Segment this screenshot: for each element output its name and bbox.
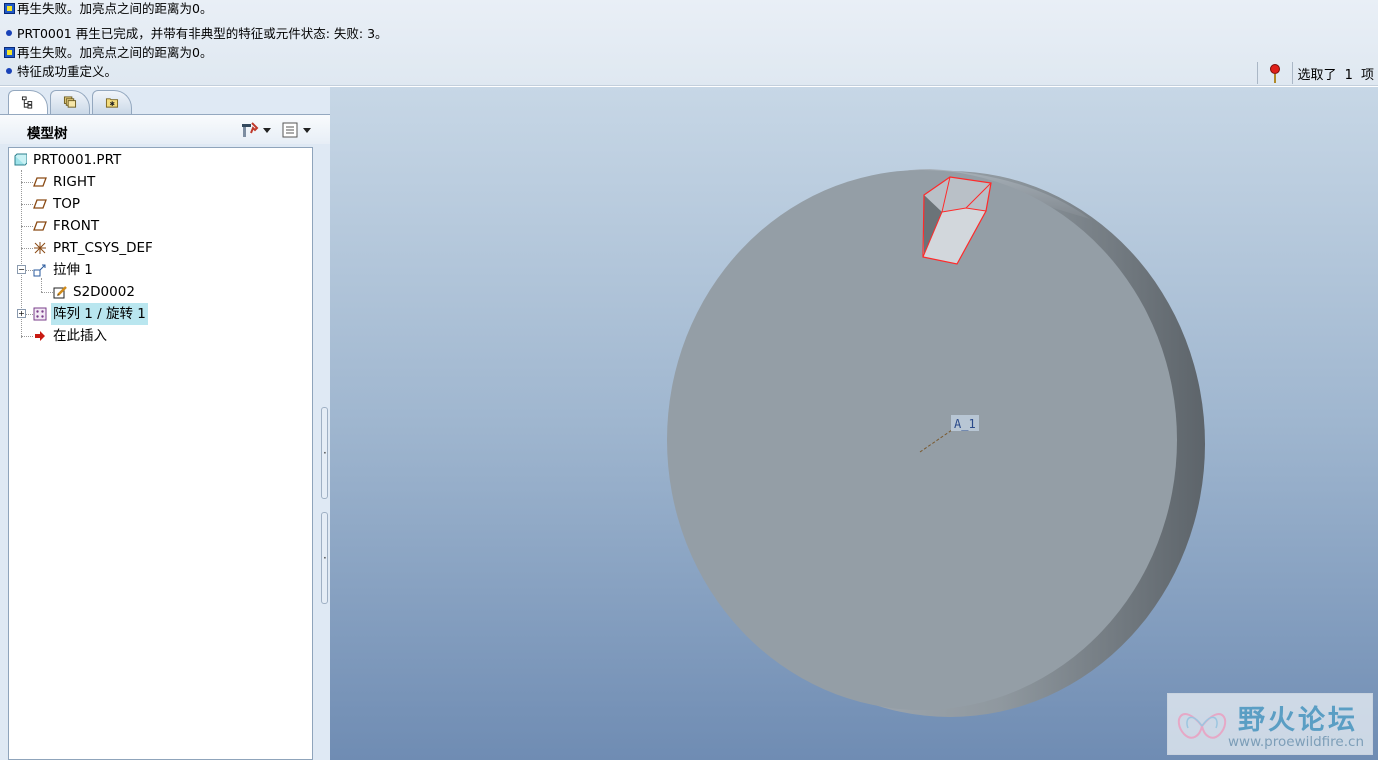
message-text: 特征成功重定义。 xyxy=(17,64,118,79)
model-tree-tab[interactable] xyxy=(8,90,48,114)
graphics-window[interactable]: A_1 xyxy=(330,87,1378,760)
regen-status-light-icon[interactable] xyxy=(1262,61,1288,85)
tree-show-button[interactable] xyxy=(281,120,311,140)
navigator-tabs: ✱ xyxy=(6,90,326,114)
collapse-toggle[interactable]: − xyxy=(17,265,26,274)
tree-item-label: PRT_CSYS_DEF xyxy=(53,240,153,256)
tree-item-sketch[interactable]: S2D0002 xyxy=(53,281,137,303)
panel-splitter[interactable] xyxy=(320,407,329,707)
message-text: 再生失败。加亮点之间的距离为0。 xyxy=(17,45,213,60)
tree-show-icon xyxy=(282,122,298,138)
selection-count[interactable]: 选取了 1 项 xyxy=(1297,64,1378,83)
tree-connector xyxy=(21,204,33,205)
watermark-title: 野火论坛 xyxy=(1238,705,1358,736)
splitter-grip[interactable] xyxy=(321,407,328,499)
pattern-icon xyxy=(33,307,47,321)
tree-connector xyxy=(21,226,33,227)
tree-settings-button[interactable] xyxy=(241,120,271,140)
message-line: 再生失败。加亮点之间的距离为0。 xyxy=(4,44,212,62)
tree-root-item[interactable]: PRT0001.PRT xyxy=(13,149,123,171)
panel-header: 模型树 xyxy=(0,114,330,144)
tree-item-label: TOP xyxy=(53,196,81,212)
tree-item-label: PRT0001.PRT xyxy=(33,152,122,168)
message-line: 特征成功重定义。 xyxy=(4,63,117,81)
tree-item-insert-here[interactable]: 在此插入 xyxy=(33,325,109,347)
tree-item-pattern[interactable]: 阵列 1 / 旋转 1 xyxy=(33,303,148,325)
layers-tab[interactable] xyxy=(50,90,90,114)
tree-connector xyxy=(26,314,33,315)
tree-item-label: S2D0002 xyxy=(73,284,135,300)
tree-item-label: FRONT xyxy=(53,218,100,234)
sketch-icon xyxy=(53,286,67,299)
message-line: PRT0001 再生已完成，并带有非典型的特征或元件状态: 失败: 3。 xyxy=(4,25,388,43)
tree-item-label: 在此插入 xyxy=(53,328,107,344)
warning-icon xyxy=(4,47,15,58)
watermark-url: www.proewildfire.cn xyxy=(1228,734,1365,750)
navigator-panel: ✱ 模型树 PRT0001.PRT RIGHT TOP FRONT PRT_CS… xyxy=(0,87,330,760)
message-area: 再生失败。加亮点之间的距离为0。 PRT0001 再生已完成，并带有非典型的特征… xyxy=(0,0,1378,86)
layers-icon xyxy=(63,96,77,108)
tree-connector xyxy=(21,336,33,337)
tree-connector xyxy=(21,182,33,183)
tree-item-right[interactable]: RIGHT xyxy=(33,171,97,193)
forum-watermark: 野火论坛 www.proewildfire.cn xyxy=(1167,693,1373,755)
butterfly-logo-icon xyxy=(1177,713,1227,739)
model-view[interactable]: A_1 xyxy=(330,87,1378,760)
tree-item-extrude[interactable]: 拉伸 1 xyxy=(33,259,95,281)
info-dot-icon xyxy=(6,30,12,36)
csys-icon xyxy=(34,242,46,254)
cylinder-front-face[interactable] xyxy=(667,170,1177,710)
tree-connector xyxy=(41,292,53,293)
favorites-tab[interactable]: ✱ xyxy=(92,90,132,114)
tree-item-top[interactable]: TOP xyxy=(33,193,82,215)
panel-title: 模型树 xyxy=(27,126,68,142)
message-text: 再生失败。加亮点之间的距离为0。 xyxy=(17,1,213,16)
extrude-icon xyxy=(33,264,46,277)
tree-item-label: RIGHT xyxy=(53,174,96,190)
divider xyxy=(1292,62,1294,84)
splitter-grip[interactable] xyxy=(321,512,328,604)
tree-item-csys[interactable]: PRT_CSYS_DEF xyxy=(33,237,155,259)
datum-plane-icon xyxy=(33,177,47,187)
info-dot-icon xyxy=(6,68,12,74)
message-line: 再生失败。加亮点之间的距离为0。 xyxy=(4,0,212,18)
model-tree: PRT0001.PRT RIGHT TOP FRONT PRT_CSYS_DEF… xyxy=(8,147,313,760)
datum-plane-icon xyxy=(33,221,47,231)
expand-toggle[interactable]: + xyxy=(17,309,26,318)
status-bar-right: 选取了 1 项 xyxy=(1253,60,1378,86)
insert-here-arrow-icon xyxy=(35,331,45,341)
message-text: PRT0001 再生已完成，并带有非典型的特征或元件状态: 失败: 3。 xyxy=(17,26,388,41)
tree-item-label: 阵列 1 / 旋转 1 xyxy=(51,303,148,325)
datum-plane-icon xyxy=(33,199,47,209)
divider xyxy=(1257,62,1259,84)
warning-icon xyxy=(4,3,15,14)
svg-text:✱: ✱ xyxy=(110,100,115,108)
tree-connector xyxy=(26,270,33,271)
part-icon xyxy=(14,153,27,166)
tree-icon xyxy=(21,96,33,109)
folder-star-icon: ✱ xyxy=(105,98,119,108)
tree-settings-icon xyxy=(242,122,259,137)
tree-item-label: 拉伸 1 xyxy=(53,262,93,278)
axis-label[interactable]: A_1 xyxy=(954,417,976,431)
tree-connector xyxy=(21,248,33,249)
tree-item-front[interactable]: FRONT xyxy=(33,215,101,237)
